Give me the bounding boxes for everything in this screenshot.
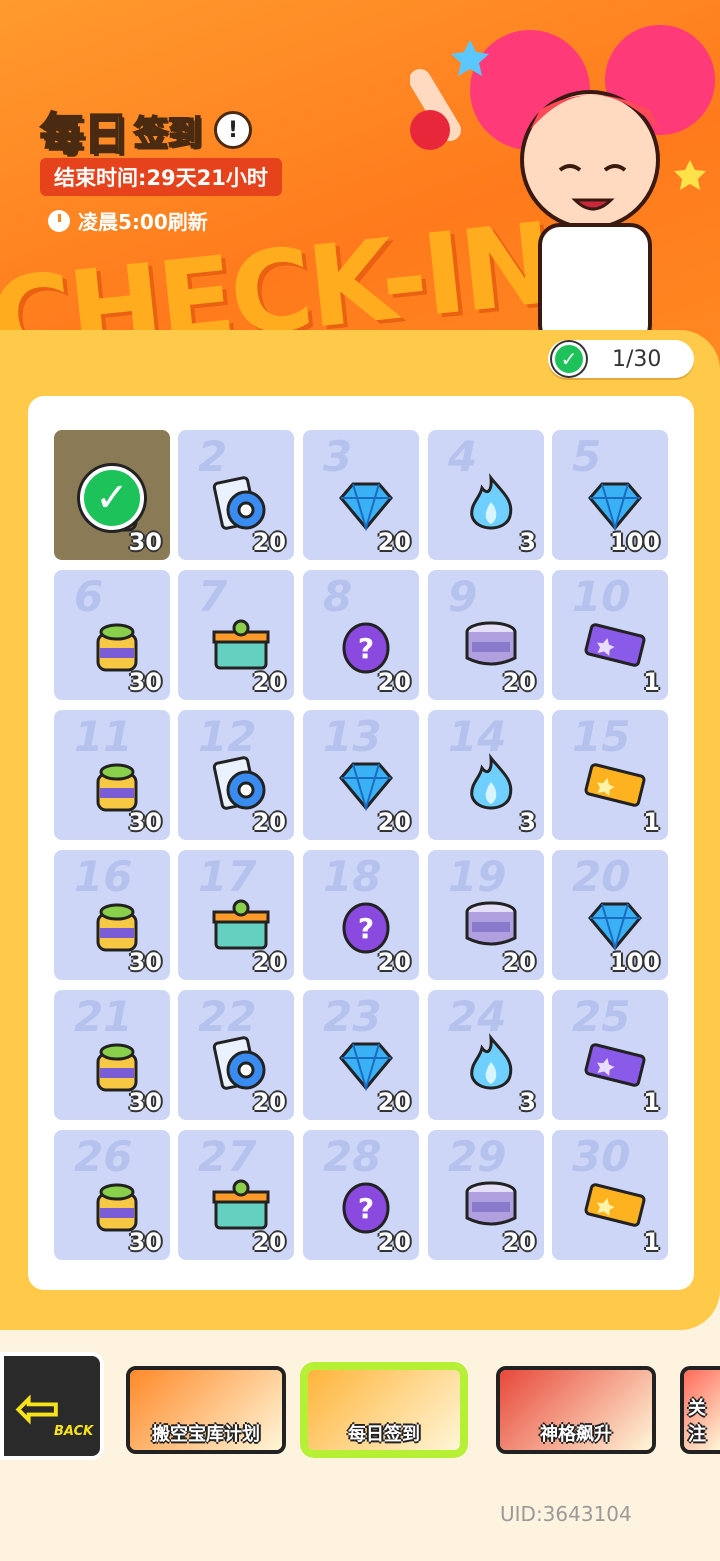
reward-quantity: 20 — [377, 528, 411, 556]
progress-text: 1/30 — [612, 346, 662, 372]
tab-god-rise[interactable]: 神格飙升 — [496, 1366, 656, 1454]
tab-vault-plan[interactable]: 搬空宝库计划 — [126, 1366, 286, 1454]
refresh-note: 凌晨5:00刷新 — [48, 206, 208, 235]
reward-quantity: 20 — [502, 668, 536, 696]
refresh-text: 凌晨5:00刷新 — [78, 210, 208, 234]
day-cell-8[interactable]: 8? 20 — [303, 570, 419, 700]
reward-quantity: 1 — [643, 668, 660, 696]
reward-quantity: 1 — [643, 808, 660, 836]
svg-text:?: ? — [358, 632, 374, 665]
info-icon[interactable]: ! — [214, 111, 252, 149]
day-cell-20[interactable]: 20 100 — [552, 850, 668, 980]
tab-vault-plan-label: 搬空宝库计划 — [152, 1424, 260, 1445]
day-cell-29[interactable]: 29 20 — [428, 1130, 544, 1260]
day-cell-7[interactable]: 7 20 — [178, 570, 294, 700]
day-cell-5[interactable]: 5 100 — [552, 430, 668, 560]
day-cell-10[interactable]: 10 1 — [552, 570, 668, 700]
reward-quantity: 20 — [377, 948, 411, 976]
back-label: BACK — [54, 1424, 94, 1439]
day-cell-13[interactable]: 13 20 — [303, 710, 419, 840]
reward-quantity: 3 — [519, 1088, 536, 1116]
day-cell-26[interactable]: 26 30 — [54, 1130, 170, 1260]
reward-quantity: 20 — [377, 1228, 411, 1256]
svg-text:?: ? — [358, 1192, 374, 1225]
blue-flame-icon — [458, 1032, 524, 1098]
reward-quantity: 20 — [252, 1228, 286, 1256]
reward-quantity: 30 — [128, 1228, 162, 1256]
reward-quantity: 100 — [609, 528, 660, 556]
progress-pill: ✓ 1/30 — [548, 340, 694, 378]
blue-flame-icon — [458, 472, 524, 538]
reward-quantity: 30 — [128, 948, 162, 976]
reward-quantity: 20 — [252, 668, 286, 696]
day-cell-1[interactable]: ✓ 30 — [54, 430, 170, 560]
reward-quantity: 100 — [609, 948, 660, 976]
day-cell-21[interactable]: 21 30 — [54, 990, 170, 1120]
blue-flame-icon — [458, 752, 524, 818]
reward-quantity: 3 — [519, 808, 536, 836]
reward-quantity: 30 — [128, 668, 162, 696]
purple-ticket-icon — [582, 612, 648, 678]
title-checkin: 签到 — [133, 113, 203, 155]
day-cell-17[interactable]: 17 20 — [178, 850, 294, 980]
reward-quantity: 30 — [128, 528, 162, 556]
reward-quantity: 30 — [128, 1088, 162, 1116]
gold-ticket-icon — [582, 752, 648, 818]
day-cell-30[interactable]: 30 1 — [552, 1130, 668, 1260]
day-cell-4[interactable]: 43 — [428, 430, 544, 560]
day-cell-15[interactable]: 15 1 — [552, 710, 668, 840]
day-cell-9[interactable]: 9 20 — [428, 570, 544, 700]
day-cell-3[interactable]: 3 20 — [303, 430, 419, 560]
gold-ticket-icon — [582, 1172, 648, 1238]
day-cell-12[interactable]: 12 20 — [178, 710, 294, 840]
day-cell-22[interactable]: 22 20 — [178, 990, 294, 1120]
tab-daily-checkin[interactable]: 每日签到 — [304, 1366, 464, 1454]
reward-quantity: 20 — [377, 1088, 411, 1116]
tab-daily-checkin-label: 每日签到 — [348, 1424, 420, 1445]
clock-icon — [48, 209, 70, 232]
day-cell-28[interactable]: 28? 20 — [303, 1130, 419, 1260]
day-cell-14[interactable]: 14 3 — [428, 710, 544, 840]
reward-quantity: 30 — [128, 808, 162, 836]
reward-quantity: 1 — [643, 1228, 660, 1256]
end-time-badge: 结束时间:29天21小时 — [40, 158, 282, 196]
reward-quantity: 20 — [252, 1088, 286, 1116]
tab-god-rise-label: 神格飙升 — [540, 1424, 612, 1445]
bottom-tab-bar: ⇦ BACK 搬空宝库计划 每日签到 神格飙升 关注 — [0, 1350, 720, 1470]
day-cell-11[interactable]: 11 30 — [54, 710, 170, 840]
user-id: UID:3643104 — [500, 1502, 632, 1526]
reward-quantity: 20 — [252, 808, 286, 836]
tab-follow[interactable]: 关注 — [680, 1366, 720, 1454]
day-cell-16[interactable]: 16 30 — [54, 850, 170, 980]
title-daily: 每日 — [39, 108, 129, 161]
reward-quantity: 20 — [252, 948, 286, 976]
day-cell-2[interactable]: 2 20 — [178, 430, 294, 560]
reward-quantity: 1 — [643, 1088, 660, 1116]
tab-follow-label: 关注 — [688, 1398, 706, 1445]
reward-quantity: 20 — [377, 668, 411, 696]
claimed-check-icon: ✓ — [80, 466, 144, 530]
day-cell-23[interactable]: 23 20 — [303, 990, 419, 1120]
day-cell-18[interactable]: 18? 20 — [303, 850, 419, 980]
reward-quantity: 20 — [502, 948, 536, 976]
character-illustration — [410, 25, 715, 347]
reward-quantity: 20 — [377, 808, 411, 836]
back-button[interactable]: ⇦ BACK — [0, 1352, 104, 1460]
reward-quantity: 20 — [252, 528, 286, 556]
day-cell-27[interactable]: 27 20 — [178, 1130, 294, 1260]
reward-quantity: 20 — [502, 1228, 536, 1256]
page-title: 每日 签到 ! — [39, 98, 252, 162]
day-cell-19[interactable]: 19 20 — [428, 850, 544, 980]
day-cell-25[interactable]: 25 1 — [552, 990, 668, 1120]
svg-text:?: ? — [358, 912, 374, 945]
reward-quantity: 3 — [519, 528, 536, 556]
reward-grid: ✓ 30 2 20 3 20 4 3 5 100 6 30 7 20 8? 20 9 20 10 1 11 30 12 20 1… — [28, 396, 694, 1290]
day-cell-24[interactable]: 24 3 — [428, 990, 544, 1120]
day-cell-6[interactable]: 6 30 — [54, 570, 170, 700]
purple-ticket-icon — [582, 1032, 648, 1098]
checkmark-icon: ✓ — [552, 342, 586, 376]
